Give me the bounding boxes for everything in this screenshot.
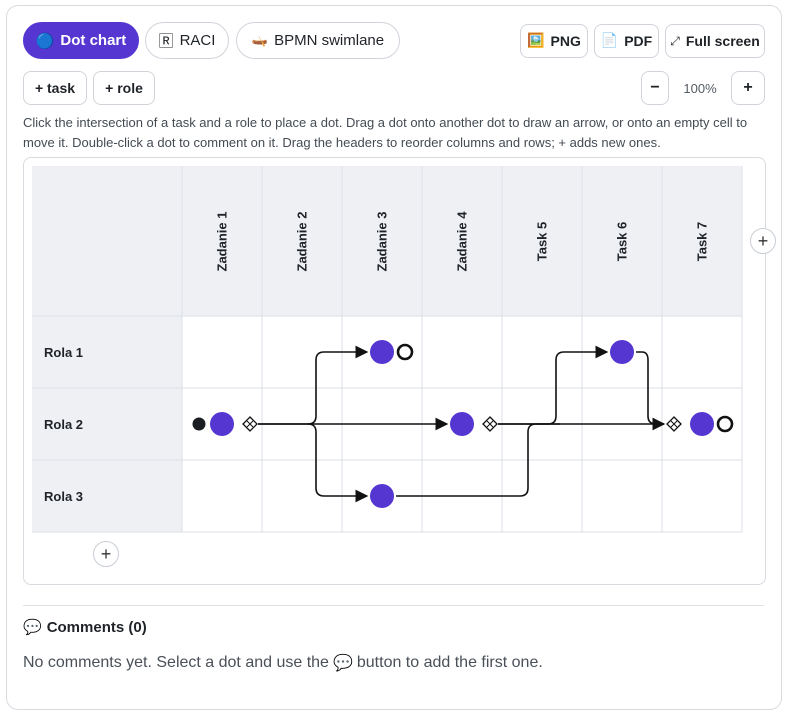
column-header-label: Task 5 [534,221,550,261]
gateway-marker[interactable] [242,416,258,432]
speech-bubble-icon: 💬 [23,618,42,636]
dot-task6-rola1[interactable] [610,340,634,364]
row-header-rola-2[interactable]: Rola 2 [44,388,83,460]
row-header-label: Rola 1 [44,344,84,360]
column-header-task-5[interactable]: Task 5 [502,168,582,314]
comments-empty-text-start: No comments yet. Select a dot and use th… [23,653,329,671]
column-header-task-6[interactable]: Task 6 [582,168,662,314]
row-header-label: Rola 3 [44,488,84,504]
column-header-label: Task 7 [694,221,710,261]
add-row-button[interactable]: + [93,541,119,567]
column-header-label: Zadanie 2 [294,211,310,271]
column-header-zadanie-1[interactable]: Zadanie 1 [182,168,262,314]
speech-bubble-icon: 💬 [332,653,353,672]
section-divider [23,605,764,606]
column-header-task-7[interactable]: Task 7 [662,168,742,314]
end-event-marker[interactable] [716,415,734,433]
column-header-label: Zadanie 3 [374,211,390,271]
dot-task7-rola2[interactable] [690,412,714,436]
dot-zadanie3-rola3[interactable] [370,484,394,508]
dot-zadanie1-rola2[interactable] [210,412,234,436]
column-header-label: Zadanie 4 [454,211,470,271]
dot-zadanie4-rola2[interactable] [450,412,474,436]
column-header-zadanie-3[interactable]: Zadanie 3 [342,168,422,314]
gateway-marker[interactable] [666,416,682,432]
comments-empty-state: No comments yet. Select a dot and use th… [23,653,543,672]
add-column-button[interactable]: + [750,228,776,254]
start-event-marker[interactable] [192,417,206,431]
column-header-zadanie-2[interactable]: Zadanie 2 [262,168,342,314]
dot-zadanie3-rola1[interactable] [370,340,394,364]
row-header-label: Rola 2 [44,416,84,432]
column-header-label: Zadanie 1 [214,211,230,271]
column-header-zadanie-4[interactable]: Zadanie 4 [422,168,502,314]
comments-title: 💬 Comments (0) [23,618,147,636]
dot-chart-grid [32,166,743,533]
gateway-marker[interactable] [482,416,498,432]
comments-empty-text-end: button to add the first one. [356,653,543,671]
column-header-label: Task 6 [614,221,630,261]
row-header-rola-3[interactable]: Rola 3 [44,460,83,532]
end-event-marker[interactable] [396,343,414,361]
row-header-rola-1[interactable]: Rola 1 [44,316,83,388]
comments-title-text: Comments (0) [46,618,147,636]
